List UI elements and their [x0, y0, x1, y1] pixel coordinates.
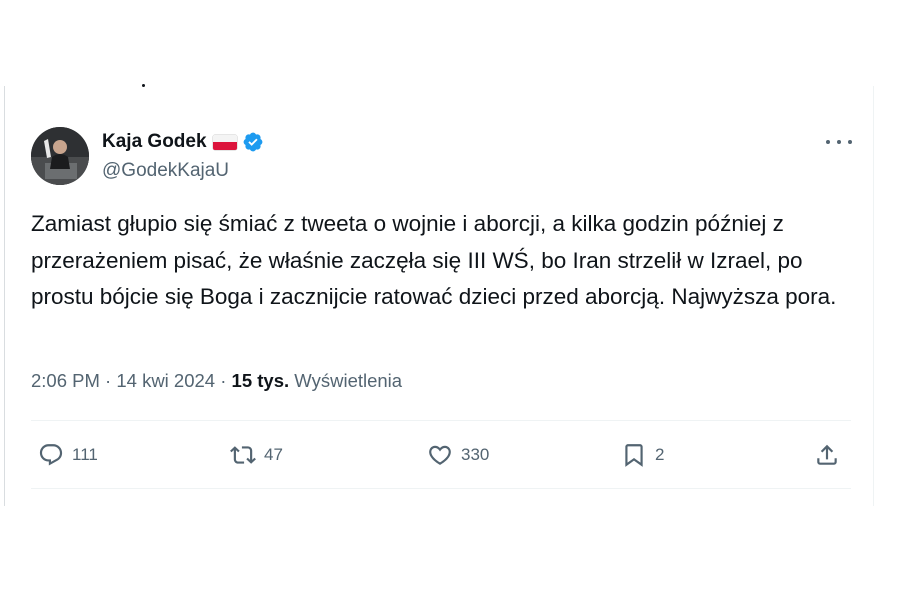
- share-icon: [817, 444, 837, 465]
- left-edge-border: [4, 86, 5, 506]
- polish-flag-icon: [212, 134, 237, 150]
- share-button[interactable]: [814, 441, 840, 469]
- divider-bottom: [31, 488, 851, 489]
- meta-separator: ·: [220, 370, 227, 391]
- bookmark-icon: [625, 444, 643, 467]
- reply-icon: [39, 444, 63, 466]
- author-name[interactable]: Kaja Godek: [102, 131, 207, 153]
- right-edge-border: [873, 86, 874, 506]
- divider-top: [31, 420, 851, 421]
- like-button[interactable]: 330: [427, 441, 489, 469]
- reply-count: 111: [72, 445, 98, 464]
- more-icon[interactable]: [826, 132, 852, 152]
- retweet-count: 47: [264, 445, 283, 464]
- avatar[interactable]: [31, 127, 89, 185]
- retweet-button[interactable]: 47: [230, 441, 283, 469]
- tweet-date[interactable]: 14 kwi 2024: [116, 370, 215, 391]
- like-icon: [429, 445, 451, 465]
- tweet-text: Zamiast głupio się śmiać z tweeta o wojn…: [31, 211, 837, 309]
- like-count: 330: [461, 445, 490, 464]
- bookmark-button[interactable]: 2: [621, 441, 664, 469]
- top-dot: [142, 84, 145, 87]
- views-label[interactable]: Wyświetlenia: [294, 370, 402, 391]
- reply-button[interactable]: 111: [38, 441, 98, 469]
- meta-separator: ·: [105, 370, 112, 391]
- views-count: 15 tys.: [231, 370, 290, 391]
- verified-badge-icon: [243, 132, 262, 152]
- avatar-image: [31, 127, 89, 185]
- tweet-meta: 2:06 PM · 14 kwi 2024 · 15 tys. Wyświetl…: [31, 370, 402, 392]
- bookmark-count: 2: [655, 445, 665, 464]
- tweet-time[interactable]: 2:06 PM: [31, 370, 100, 391]
- retweet-icon: [230, 446, 256, 464]
- author-row: Kaja Godek: [102, 128, 264, 156]
- author-handle[interactable]: @GodekKajaU: [102, 160, 229, 182]
